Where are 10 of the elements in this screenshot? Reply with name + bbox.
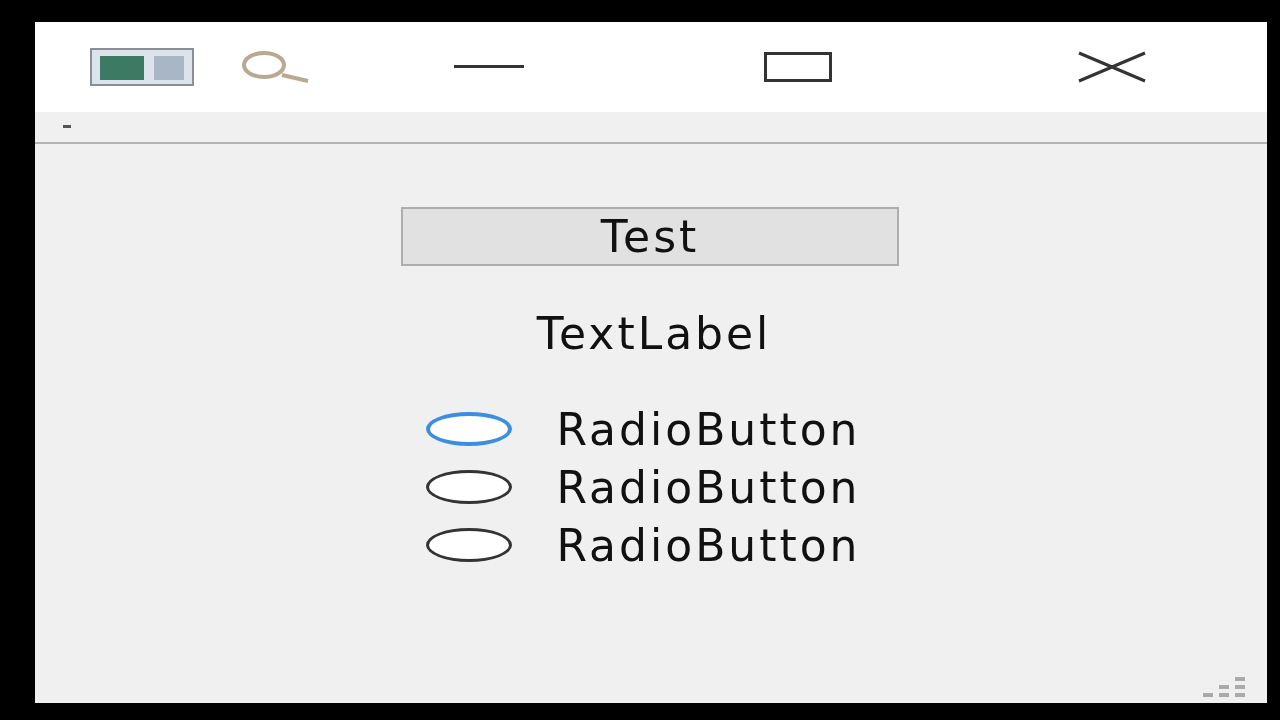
radio-label[interactable]: RadioButton xyxy=(556,461,861,513)
radio-label[interactable]: RadioButton xyxy=(556,403,861,455)
menu-grip-icon xyxy=(63,125,71,129)
close-icon[interactable] xyxy=(1077,51,1147,83)
text-label: TextLabel xyxy=(536,308,772,359)
maximize-icon[interactable] xyxy=(764,52,832,82)
radio-label[interactable]: RadioButton xyxy=(556,519,861,571)
app-icon xyxy=(90,48,194,86)
minimize-icon[interactable] xyxy=(454,65,524,69)
test-button[interactable]: Test xyxy=(401,207,899,266)
